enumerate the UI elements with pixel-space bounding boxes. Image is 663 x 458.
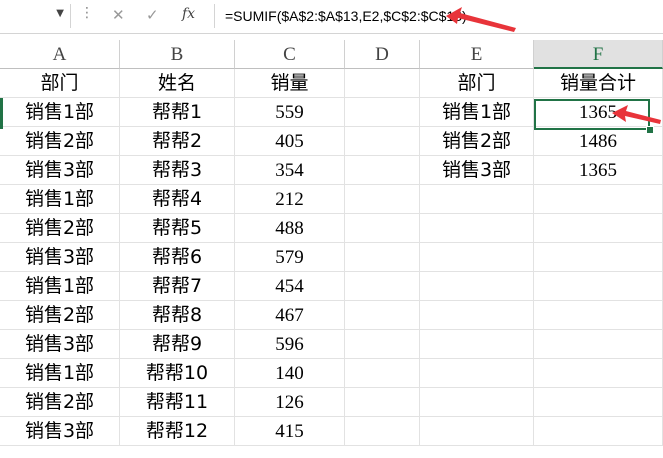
cell[interactable]: 帮帮1	[120, 98, 235, 127]
cell[interactable]: 454	[235, 272, 345, 301]
cell[interactable]	[534, 388, 663, 417]
cell[interactable]	[345, 156, 420, 185]
cell[interactable]: 销售1部	[0, 359, 120, 388]
cell[interactable]	[534, 185, 663, 214]
cell[interactable]	[534, 359, 663, 388]
insert-function-icon[interactable]: fx	[182, 6, 195, 22]
cell[interactable]: 帮帮10	[120, 359, 235, 388]
cell[interactable]: 帮帮7	[120, 272, 235, 301]
cell[interactable]	[345, 330, 420, 359]
cell[interactable]: 销售2部	[0, 388, 120, 417]
cell[interactable]: 帮帮3	[120, 156, 235, 185]
cell[interactable]	[345, 388, 420, 417]
cell[interactable]	[534, 214, 663, 243]
cell[interactable]	[534, 417, 663, 446]
column-header-d[interactable]: D	[345, 40, 420, 69]
cell[interactable]: 帮帮4	[120, 185, 235, 214]
cell[interactable]	[420, 301, 534, 330]
cell[interactable]	[420, 243, 534, 272]
cell[interactable]: 销售2部	[0, 214, 120, 243]
cell[interactable]	[534, 330, 663, 359]
cell[interactable]: 销售3部	[0, 417, 120, 446]
cell[interactable]: 销售2部	[0, 301, 120, 330]
cell[interactable]	[420, 214, 534, 243]
cell[interactable]	[420, 417, 534, 446]
cell[interactable]	[534, 301, 663, 330]
cell[interactable]: 帮帮9	[120, 330, 235, 359]
cell[interactable]: 部门	[0, 69, 120, 98]
cancel-icon[interactable]: ✕	[112, 6, 125, 24]
cell[interactable]: 销售1部	[420, 98, 534, 127]
formula-bar: ▼ ⋮ ✕ ✓ fx =SUMIF($A$2:$A$13,E2,$C$2:$C$…	[0, 0, 663, 34]
cell[interactable]	[345, 69, 420, 98]
column-header-c[interactable]: C	[235, 40, 345, 69]
cell[interactable]: 销售3部	[0, 243, 120, 272]
cell[interactable]: 415	[235, 417, 345, 446]
cell[interactable]	[345, 272, 420, 301]
cell[interactable]: 帮帮11	[120, 388, 235, 417]
cell[interactable]	[420, 185, 534, 214]
cell[interactable]: 140	[235, 359, 345, 388]
column-header-f[interactable]: F	[534, 40, 663, 69]
cell[interactable]	[345, 243, 420, 272]
cell[interactable]: 488	[235, 214, 345, 243]
cell[interactable]: 1365	[534, 156, 663, 185]
cell[interactable]: 212	[235, 185, 345, 214]
cell[interactable]	[534, 272, 663, 301]
cell[interactable]: 405	[235, 127, 345, 156]
cell[interactable]: 销售3部	[420, 156, 534, 185]
cell[interactable]	[345, 359, 420, 388]
cell[interactable]: 销售2部	[420, 127, 534, 156]
cell[interactable]: 354	[235, 156, 345, 185]
cell[interactable]	[534, 243, 663, 272]
column-header-e[interactable]: E	[420, 40, 534, 69]
cell[interactable]: 销售1部	[0, 272, 120, 301]
cell[interactable]: 销售1部	[0, 185, 120, 214]
cell[interactable]: 销售1部	[0, 98, 120, 127]
cell[interactable]: 帮帮6	[120, 243, 235, 272]
cell[interactable]	[420, 272, 534, 301]
cell[interactable]: 1486	[534, 127, 663, 156]
fill-handle[interactable]	[646, 126, 654, 134]
cell[interactable]: 126	[235, 388, 345, 417]
cell[interactable]	[345, 301, 420, 330]
column-header-b[interactable]: B	[120, 40, 235, 69]
chevron-down-icon[interactable]: ▼	[56, 8, 64, 19]
cell[interactable]: 559	[235, 98, 345, 127]
formula-input[interactable]: =SUMIF($A$2:$A$13,E2,$C$2:$C$13)	[214, 4, 663, 28]
name-box[interactable]: ▼	[0, 4, 71, 28]
cell[interactable]	[420, 388, 534, 417]
cell[interactable]: 帮帮2	[120, 127, 235, 156]
cell[interactable]: 帮帮8	[120, 301, 235, 330]
cell[interactable]: 销售3部	[0, 156, 120, 185]
cell[interactable]: 销量	[235, 69, 345, 98]
column-header-a[interactable]: A	[0, 40, 120, 69]
cell[interactable]	[345, 127, 420, 156]
cell[interactable]: 596	[235, 330, 345, 359]
cell[interactable]: 销量合计	[534, 69, 663, 98]
cell[interactable]	[345, 417, 420, 446]
cell[interactable]: 姓名	[120, 69, 235, 98]
annotation-arrow-icon	[446, 7, 516, 32]
cell[interactable]: 销售2部	[0, 127, 120, 156]
cell[interactable]	[420, 330, 534, 359]
cell[interactable]	[345, 98, 420, 127]
cell[interactable]: 467	[235, 301, 345, 330]
cell[interactable]: 销售3部	[0, 330, 120, 359]
active-row-indicator	[0, 98, 3, 129]
cell[interactable]: 帮帮12	[120, 417, 235, 446]
cell[interactable]	[420, 359, 534, 388]
cell[interactable]	[345, 214, 420, 243]
cell[interactable]	[345, 185, 420, 214]
cell[interactable]: 部门	[420, 69, 534, 98]
cell[interactable]: 579	[235, 243, 345, 272]
enter-icon[interactable]: ✓	[146, 6, 159, 24]
more-options-icon[interactable]: ⋮	[80, 6, 94, 20]
annotation-arrow-icon	[612, 105, 661, 124]
cell[interactable]: 帮帮5	[120, 214, 235, 243]
